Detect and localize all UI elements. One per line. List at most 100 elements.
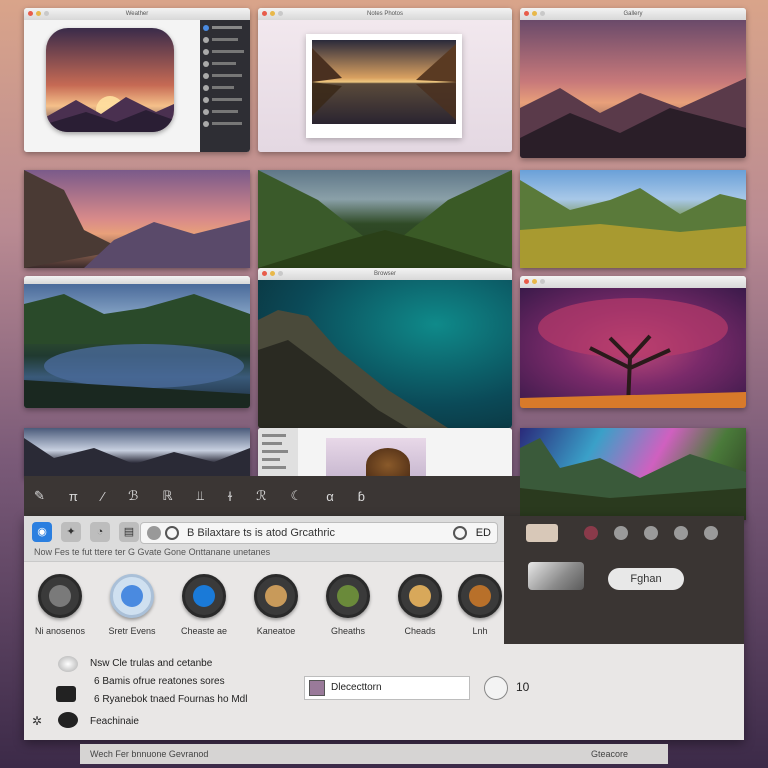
- address-text: B Bilaxtare ts is atod Grcathric: [187, 527, 335, 539]
- app-item[interactable]: Sretr Evens: [96, 562, 168, 644]
- window-controls[interactable]: [524, 279, 545, 284]
- close-icon[interactable]: [524, 279, 529, 284]
- app-label: Cheads: [404, 626, 436, 636]
- dock-icon-pen[interactable]: ✎: [34, 488, 45, 504]
- option-row[interactable]: 6 Ryanebok tnaed Fournas ho Mdl: [94, 694, 247, 705]
- refresh-icon[interactable]: [484, 676, 508, 700]
- dock-icon-l[interactable]: ɫ: [228, 489, 232, 504]
- window-titlebar[interactable]: Gallery: [520, 8, 746, 20]
- window-scenic[interactable]: [520, 276, 746, 408]
- dock-icon-b[interactable]: ℬ: [128, 488, 138, 504]
- window-controls[interactable]: [262, 271, 283, 276]
- option-row[interactable]: Feachinaie: [90, 716, 139, 727]
- sparkle-icon[interactable]: ✦: [61, 522, 81, 542]
- shield-icon[interactable]: [38, 574, 82, 618]
- app-item[interactable]: Cheaste ae: [168, 562, 240, 644]
- close-icon[interactable]: [28, 11, 33, 16]
- dock-icon-slash[interactable]: ∕: [102, 489, 104, 504]
- right-pill-button[interactable]: Fghan: [608, 568, 684, 590]
- leaf-icon[interactable]: [326, 574, 370, 618]
- app-item[interactable]: Ni anosenos: [24, 562, 96, 644]
- dock-icon-script-r[interactable]: ℛ: [256, 488, 266, 504]
- window-weather[interactable]: Weather: [24, 8, 250, 152]
- wallpaper-thumb-dusk-valley[interactable]: [24, 170, 250, 268]
- window-photos[interactable]: Notes Photos: [258, 8, 512, 152]
- app-label: Gheaths: [330, 626, 366, 636]
- window-titlebar[interactable]: Weather: [24, 8, 250, 20]
- option-row[interactable]: 6 Bamis ofrue reatones sores: [94, 676, 225, 687]
- app-label: Ni anosenos: [34, 626, 86, 636]
- right-dark-panel: Fghan: [504, 516, 744, 644]
- address-bar[interactable]: B Bilaxtare ts is atod Grcathric ED: [140, 522, 498, 544]
- photo-frame[interactable]: [306, 34, 462, 138]
- minimize-icon[interactable]: [36, 11, 41, 16]
- close-icon[interactable]: [524, 11, 529, 16]
- window-finder[interactable]: [258, 428, 512, 478]
- close-icon[interactable]: [262, 271, 267, 276]
- globe-small-icon: [58, 656, 78, 672]
- window-controls[interactable]: [28, 11, 49, 16]
- document-icon[interactable]: ▤: [119, 522, 139, 542]
- zoom-icon[interactable]: [278, 11, 283, 16]
- pencil-icon[interactable]: [398, 574, 442, 618]
- window-controls[interactable]: [262, 11, 283, 16]
- window-controls[interactable]: [524, 11, 545, 16]
- window-titlebar[interactable]: Notes Photos: [258, 8, 512, 20]
- wallpaper-thumb-aurora[interactable]: [520, 428, 746, 520]
- compass-icon[interactable]: [458, 574, 502, 618]
- app-item[interactable]: Lnh: [456, 562, 504, 644]
- gradient-swatch[interactable]: [528, 562, 584, 590]
- app-item[interactable]: Kaneatoe: [240, 562, 312, 644]
- close-icon[interactable]: [262, 11, 267, 16]
- minimize-icon[interactable]: [270, 11, 275, 16]
- dock-icon-pi[interactable]: π: [69, 489, 78, 504]
- minimize-icon[interactable]: [270, 271, 275, 276]
- finder-sidebar: [258, 428, 298, 478]
- settings-icon[interactable]: [453, 526, 467, 540]
- wallpaper-thumb-meadow[interactable]: [520, 170, 746, 268]
- sunset-app-icon[interactable]: [46, 28, 174, 132]
- option-row[interactable]: Nsw Cle trulas and cetanbe: [90, 658, 212, 669]
- app-item[interactable]: Cheads: [384, 562, 456, 644]
- tree-illustration: [520, 298, 746, 408]
- card-icon[interactable]: [526, 524, 558, 542]
- disc-icon[interactable]: [182, 574, 226, 618]
- dock-icon-r[interactable]: ℝ: [162, 488, 172, 504]
- brush-icon[interactable]: [614, 526, 628, 540]
- window-viewer[interactable]: [24, 276, 250, 408]
- window-titlebar[interactable]: [24, 276, 250, 284]
- toggle-icon[interactable]: [56, 686, 76, 702]
- circle-icon[interactable]: [704, 526, 718, 540]
- app-label: Cheaste ae: [180, 626, 228, 636]
- directory-value: Dlececttorn: [331, 682, 382, 693]
- directory-field[interactable]: Dlececttorn: [304, 676, 470, 700]
- record-icon[interactable]: [584, 526, 598, 540]
- globe-icon[interactable]: [110, 574, 154, 618]
- photo-thumbnail[interactable]: [326, 438, 426, 478]
- back-icon[interactable]: [147, 526, 161, 540]
- window-titlebar[interactable]: [520, 276, 746, 288]
- window-gallery[interactable]: Gallery: [520, 8, 746, 158]
- dock-icon-bars[interactable]: ⫫: [197, 488, 204, 504]
- minimize-icon[interactable]: [532, 11, 537, 16]
- bottle-icon[interactable]: [254, 574, 298, 618]
- gear-icon[interactable]: ✲: [32, 714, 42, 728]
- zoom-icon[interactable]: [540, 279, 545, 284]
- wallpaper-thumb-green-valley[interactable]: [258, 170, 512, 268]
- reload-icon[interactable]: [165, 526, 179, 540]
- window-browser[interactable]: Browser: [258, 268, 512, 428]
- clock-icon[interactable]: ◔: [90, 522, 110, 542]
- wallpaper-thumb-misty[interactable]: [24, 428, 250, 478]
- drop-icon[interactable]: [644, 526, 658, 540]
- zoom-icon[interactable]: [44, 11, 49, 16]
- dock-icon-alpha[interactable]: α: [326, 489, 334, 504]
- minimize-icon[interactable]: [532, 279, 537, 284]
- app-item[interactable]: Gheaths: [312, 562, 384, 644]
- window-titlebar[interactable]: Browser: [258, 268, 512, 280]
- pen-icon[interactable]: [674, 526, 688, 540]
- dock-icon-moon[interactable]: ☾: [291, 488, 303, 504]
- zoom-icon[interactable]: [278, 271, 283, 276]
- dock-icon-hook-b[interactable]: ɓ: [358, 489, 365, 504]
- browser-icon[interactable]: ◉: [32, 522, 52, 542]
- zoom-icon[interactable]: [540, 11, 545, 16]
